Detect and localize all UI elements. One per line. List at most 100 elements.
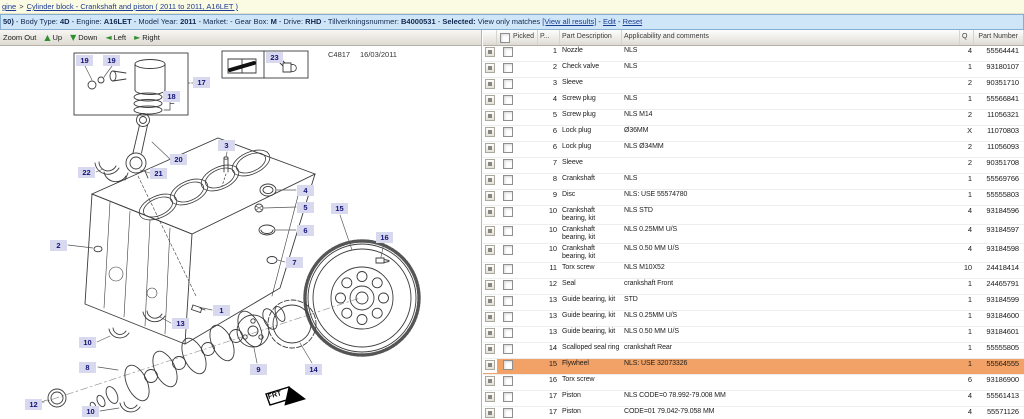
zoom-out-button[interactable]: Zoom Out <box>3 33 36 42</box>
picked-checkbox[interactable] <box>503 63 513 73</box>
table-row[interactable]: 13 Guide bearing, kit STD 1 93184599 <box>483 295 1024 311</box>
expand-row-icon[interactable] <box>485 191 495 201</box>
diagram-canvas[interactable]: C4817 16/03/2011 FRT 1919171823320212224… <box>0 46 482 419</box>
callout-label-12[interactable]: 12 <box>25 399 42 410</box>
table-row[interactable]: 6 Lock plug Ø36MM X 11070803 <box>483 126 1024 142</box>
callout-label-10[interactable]: 10 <box>82 406 99 417</box>
pan-right-button[interactable]: ►Right <box>134 33 160 42</box>
table-row[interactable]: 17 Piston NLS CODE=0 78.992-79.008 MM 4 … <box>483 391 1024 407</box>
expand-row-icon[interactable] <box>485 127 495 137</box>
callout-label-21[interactable]: 21 <box>150 168 167 179</box>
header-applicability[interactable]: Applicability and comments <box>622 30 960 45</box>
table-row[interactable]: 16 Torx screw 6 93186900 <box>483 375 1024 391</box>
expand-row-icon[interactable] <box>485 296 495 306</box>
table-row[interactable]: 3 Sleeve 2 90351710 <box>483 78 1024 94</box>
pan-up-button[interactable]: ▲Up <box>44 33 62 42</box>
picked-checkbox[interactable] <box>503 175 513 185</box>
table-row[interactable]: 11 Torx screw NLS M10X52 10 24418414 <box>483 263 1024 279</box>
picked-checkbox[interactable] <box>503 408 513 418</box>
expand-row-icon[interactable] <box>485 47 495 57</box>
picked-checkbox[interactable] <box>503 360 513 370</box>
table-row[interactable]: 17 Piston CODE=01 79.042-79.058 MM 4 555… <box>483 407 1024 419</box>
picked-checkbox[interactable] <box>503 191 513 201</box>
header-part-description[interactable]: Part Description <box>560 30 622 45</box>
filter-segment[interactable]: [View all results] <box>542 17 596 26</box>
picked-checkbox[interactable] <box>503 264 513 274</box>
header-qty[interactable]: Q <box>960 30 974 45</box>
expand-row-icon[interactable] <box>485 312 495 322</box>
picked-checkbox[interactable] <box>503 207 513 217</box>
picked-checkbox[interactable] <box>503 95 513 105</box>
expand-row-icon[interactable] <box>485 280 495 290</box>
callout-label-9[interactable]: 9 <box>250 364 267 375</box>
table-row[interactable]: 8 Crankshaft NLS 1 55569766 <box>483 174 1024 190</box>
callout-label-5[interactable]: 5 <box>297 202 314 213</box>
callout-label-19[interactable]: 19 <box>76 55 93 66</box>
table-row[interactable]: 10 Crankshaft bearing, kit NLS 0.50 MM U… <box>483 244 1024 263</box>
picked-all-checkbox[interactable] <box>500 33 510 43</box>
picked-checkbox[interactable] <box>503 280 513 290</box>
callout-label-22[interactable]: 22 <box>78 167 95 178</box>
callout-label-1[interactable]: 1 <box>213 305 230 316</box>
callout-label-4[interactable]: 4 <box>297 185 314 196</box>
expand-row-icon[interactable] <box>485 207 495 217</box>
callout-label-18[interactable]: 18 <box>163 91 180 102</box>
table-row-selected[interactable]: 15 Flywheel NLS: USE 32073326 1 55564555 <box>483 359 1024 375</box>
callout-label-3[interactable]: 3 <box>218 140 235 151</box>
expand-row-icon[interactable] <box>485 360 495 370</box>
picked-checkbox[interactable] <box>503 312 513 322</box>
table-row[interactable]: 4 Screw plug NLS 1 55566841 <box>483 94 1024 110</box>
callout-label-14[interactable]: 14 <box>305 364 322 375</box>
callout-label-8[interactable]: 8 <box>79 362 96 373</box>
callout-label-13[interactable]: 13 <box>172 318 189 329</box>
table-row[interactable]: 14 Scalloped seal ring crankshaft Rear 1… <box>483 343 1024 359</box>
picked-checkbox[interactable] <box>503 226 513 236</box>
table-row[interactable]: 13 Guide bearing, kit NLS 0.50 MM U/S 1 … <box>483 327 1024 343</box>
picked-checkbox[interactable] <box>503 376 513 386</box>
picked-checkbox[interactable] <box>503 79 513 89</box>
expand-row-icon[interactable] <box>485 245 495 255</box>
callout-label-10[interactable]: 10 <box>79 337 96 348</box>
table-row[interactable]: 7 Sleeve 2 90351708 <box>483 158 1024 174</box>
expand-row-icon[interactable] <box>485 264 495 274</box>
callout-label-17[interactable]: 17 <box>193 77 210 88</box>
picked-checkbox[interactable] <box>503 392 513 402</box>
callout-label-20[interactable]: 20 <box>170 154 187 165</box>
picked-checkbox[interactable] <box>503 159 513 169</box>
expand-row-icon[interactable] <box>485 408 495 418</box>
callout-label-15[interactable]: 15 <box>331 203 348 214</box>
header-part-number[interactable]: Part Number <box>974 30 1024 45</box>
expand-row-icon[interactable] <box>485 392 495 402</box>
pan-left-button[interactable]: ◄Left <box>105 33 126 42</box>
table-row[interactable]: 6 Lock plug NLS Ø34MM 2 11056093 <box>483 142 1024 158</box>
expand-row-icon[interactable] <box>485 175 495 185</box>
table-row[interactable]: 10 Crankshaft bearing, kit NLS 0.25MM U/… <box>483 225 1024 244</box>
table-row[interactable]: 1 Nozzle NLS 4 55564441 <box>483 46 1024 62</box>
expand-row-icon[interactable] <box>485 111 495 121</box>
table-row[interactable]: 10 Crankshaft bearing, kit NLS STD 4 931… <box>483 206 1024 225</box>
picked-checkbox[interactable] <box>503 344 513 354</box>
table-row[interactable]: 12 Seal crankshaft Front 1 24465791 <box>483 279 1024 295</box>
callout-label-23[interactable]: 23 <box>266 52 283 63</box>
pan-down-button[interactable]: ▼Down <box>70 33 97 42</box>
callout-label-6[interactable]: 6 <box>297 225 314 236</box>
table-row[interactable]: 13 Guide bearing, kit NLS 0.25MM U/S 1 9… <box>483 311 1024 327</box>
expand-row-icon[interactable] <box>485 328 495 338</box>
breadcrumb-link-engine[interactable]: gine <box>2 2 16 11</box>
expand-row-icon[interactable] <box>485 344 495 354</box>
callout-label-16[interactable]: 16 <box>376 232 393 243</box>
header-pos[interactable]: P... <box>538 30 560 45</box>
expand-row-icon[interactable] <box>485 376 495 386</box>
picked-checkbox[interactable] <box>503 245 513 255</box>
expand-row-icon[interactable] <box>485 79 495 89</box>
table-row[interactable]: 9 Disc NLS: USE 55574780 1 55555803 <box>483 190 1024 206</box>
filter-segment[interactable]: Edit <box>603 17 616 26</box>
picked-checkbox[interactable] <box>503 143 513 153</box>
callout-label-19[interactable]: 19 <box>103 55 120 66</box>
expand-row-icon[interactable] <box>485 226 495 236</box>
picked-checkbox[interactable] <box>503 127 513 137</box>
filter-segment[interactable]: Reset <box>623 17 643 26</box>
breadcrumb-link-section[interactable]: Cylinder block - Crankshaft and piston (… <box>27 2 238 11</box>
expand-row-icon[interactable] <box>485 159 495 169</box>
picked-checkbox[interactable] <box>503 111 513 121</box>
